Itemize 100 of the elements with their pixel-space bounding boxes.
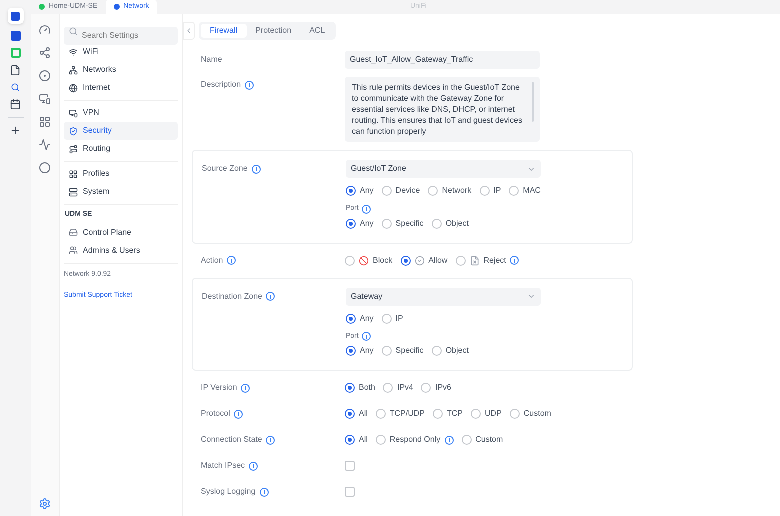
radio-button[interactable] <box>433 409 444 419</box>
radio-label: Specific <box>396 345 424 357</box>
field-label: IP Version <box>201 382 238 394</box>
search-icon <box>69 26 78 36</box>
radio-label: TCP <box>447 408 464 420</box>
field-label: Description <box>201 79 242 91</box>
radio-button[interactable] <box>376 435 386 445</box>
tab[interactable]: Protection <box>246 24 301 38</box>
radio-button[interactable] <box>462 435 472 445</box>
radio-label: Any <box>360 185 374 197</box>
radio-button[interactable] <box>471 409 482 419</box>
nav-icon <box>69 108 78 118</box>
checkbox[interactable] <box>345 487 355 497</box>
calendar-icon[interactable] <box>10 99 21 110</box>
radio-label: Both <box>359 382 376 394</box>
info-icon[interactable] <box>241 384 250 392</box>
nav-item[interactable]: System <box>64 183 178 201</box>
nav-item[interactable]: Profiles <box>64 165 178 183</box>
field-label: Match IPsec <box>201 460 246 472</box>
radio-button[interactable] <box>480 186 490 196</box>
zone-select[interactable]: Gateway <box>346 288 541 306</box>
radio-button[interactable] <box>382 218 392 228</box>
nav-item[interactable]: Admins & Users <box>64 242 178 260</box>
radio-button[interactable] <box>345 256 355 266</box>
nav-item[interactable]: Networks <box>64 61 178 79</box>
radio-button[interactable] <box>382 346 392 356</box>
radio-button[interactable] <box>428 186 438 196</box>
file-icon[interactable] <box>10 65 21 76</box>
nav-item[interactable]: WiFi <box>64 43 178 61</box>
dashboard-icon[interactable] <box>39 24 51 36</box>
devices-icon[interactable] <box>39 70 51 82</box>
radio-label: All <box>359 434 368 446</box>
field-label: Destination Zone <box>202 290 262 302</box>
nav-item[interactable]: Routing <box>64 140 178 158</box>
radio-button[interactable] <box>346 186 356 196</box>
field-label: Source Zone <box>202 163 248 175</box>
field-label: Syslog Logging <box>201 486 256 498</box>
nav-icon <box>69 48 78 56</box>
reject-icon <box>470 256 480 266</box>
radio-button[interactable] <box>383 383 394 393</box>
radio-label: Specific <box>396 218 424 230</box>
search-icon[interactable] <box>11 83 20 92</box>
radio-label: Respond Only <box>390 434 441 446</box>
info-icon[interactable] <box>260 488 269 496</box>
radio-label: UDP <box>485 408 502 420</box>
circle-icon[interactable] <box>39 162 51 174</box>
tab[interactable]: Firewall <box>201 24 247 38</box>
info-icon[interactable] <box>266 292 276 301</box>
radio-button[interactable] <box>345 383 355 393</box>
info-icon[interactable] <box>510 256 520 265</box>
grid-icon[interactable] <box>39 116 51 128</box>
radio-label: Any <box>360 312 374 324</box>
radio-button[interactable] <box>510 409 520 419</box>
radio-button[interactable] <box>432 218 442 228</box>
clients-icon[interactable] <box>39 93 51 105</box>
radio-label: MAC <box>523 185 541 197</box>
radio-button[interactable] <box>346 218 356 228</box>
tab[interactable]: ACL <box>300 24 334 38</box>
radio-button[interactable] <box>432 346 442 356</box>
radio-button[interactable] <box>345 435 355 445</box>
radio-label: Allow <box>428 254 448 266</box>
topology-icon[interactable] <box>39 47 51 59</box>
radio-button[interactable] <box>400 256 411 266</box>
radio-button[interactable] <box>346 314 356 324</box>
activity-icon[interactable] <box>39 139 51 151</box>
radio-label: Any <box>360 345 374 357</box>
info-icon[interactable] <box>362 332 371 342</box>
radio-label: Custom <box>524 408 552 420</box>
info-icon[interactable] <box>227 256 236 265</box>
info-icon[interactable] <box>252 164 261 174</box>
info-icon[interactable] <box>266 436 276 444</box>
radio-button[interactable] <box>421 383 432 393</box>
radio-button[interactable] <box>509 186 520 196</box>
info-icon[interactable] <box>249 462 258 470</box>
nav-item[interactable]: Internet <box>64 79 178 97</box>
info-icon[interactable] <box>245 80 254 90</box>
radio-button[interactable] <box>346 346 356 356</box>
radio-button[interactable] <box>345 409 355 419</box>
nav-item[interactable]: Security <box>64 122 178 140</box>
nav-item[interactable]: Control Plane <box>64 224 178 242</box>
field-label: Name <box>201 54 222 66</box>
info-icon[interactable] <box>444 436 454 444</box>
checkbox[interactable] <box>345 461 355 471</box>
radio-button[interactable] <box>456 256 466 266</box>
zone-select[interactable]: Guest/IoT Zone <box>346 160 541 178</box>
scrollbar[interactable] <box>532 82 534 122</box>
info-icon[interactable] <box>234 410 244 418</box>
field-label: Action <box>201 254 224 266</box>
radio-button[interactable] <box>376 409 386 419</box>
name-field[interactable]: Guest_IoT_Allow_Gateway_Traffic <box>345 51 540 69</box>
radio-label: Block <box>373 254 393 266</box>
search-field[interactable]: Search Settings <box>64 26 178 44</box>
app-icon[interactable] <box>8 8 24 24</box>
radio-button[interactable] <box>382 186 392 196</box>
nav-item[interactable]: VPN <box>64 104 178 122</box>
field-label: Protocol <box>201 408 230 420</box>
radio-button[interactable] <box>382 314 392 324</box>
info-icon[interactable] <box>362 204 371 214</box>
settings-icon[interactable] <box>39 498 51 510</box>
add-icon[interactable] <box>10 125 21 136</box>
